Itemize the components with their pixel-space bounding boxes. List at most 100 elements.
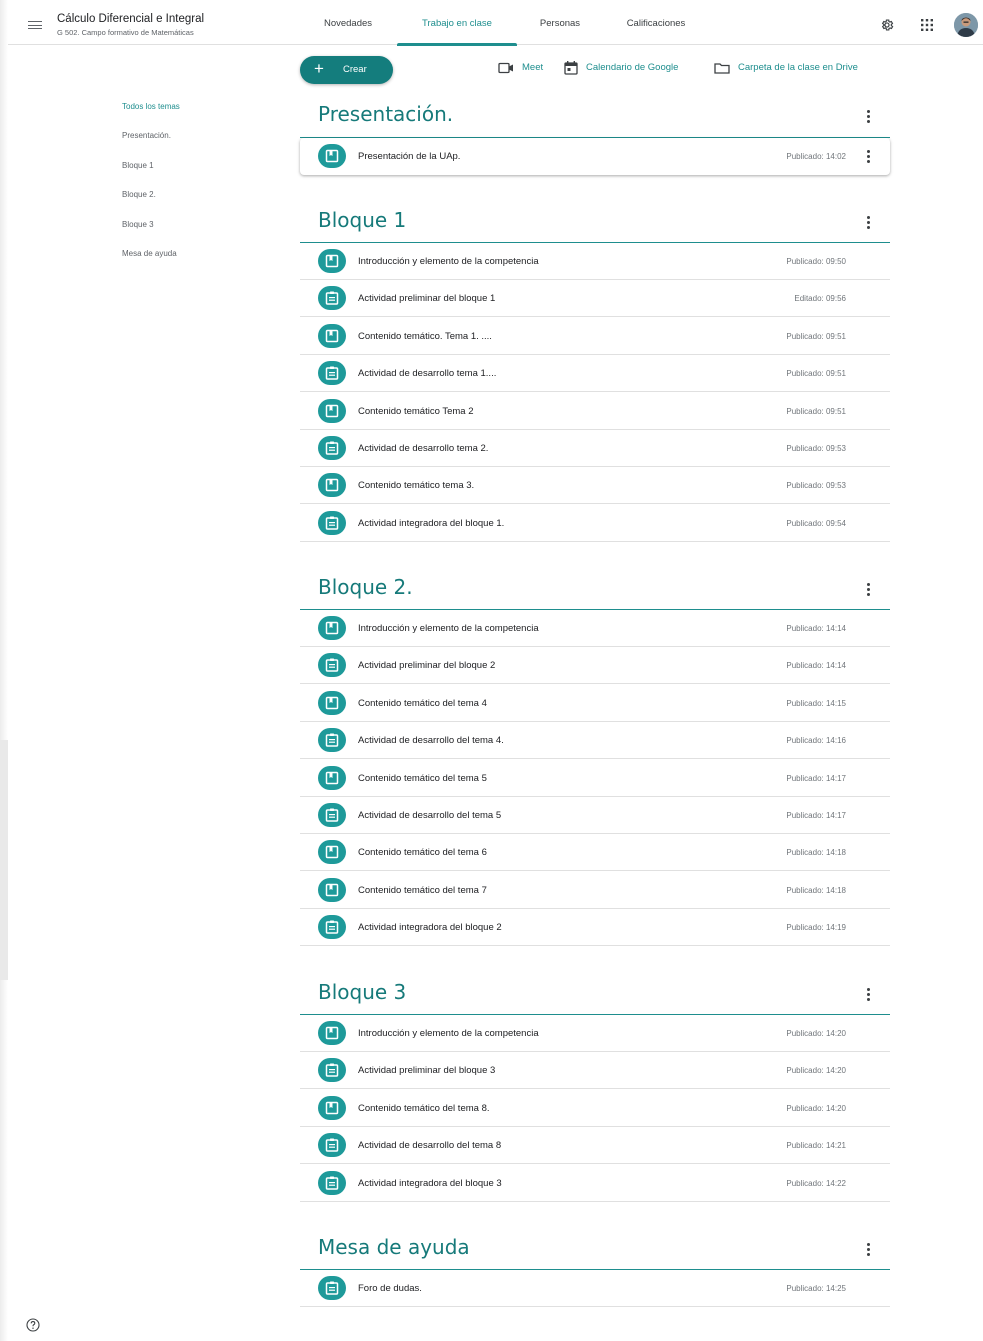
classwork-item[interactable]: Introducción y elemento de la competenci… [300,243,890,280]
assignment-icon [318,1133,346,1158]
classwork-item-title: Contenido temático del tema 7 [358,884,487,896]
classwork-item[interactable]: Actividad integradora del bloque 3 Public… [300,1165,890,1202]
classwork-item[interactable]: Foro de dudas. Publicado: 14:25 [300,1270,890,1307]
classwork-item[interactable]: Contenido temático del tema 8. Publicado:… [300,1090,890,1127]
avatar[interactable] [954,13,978,37]
classwork-item-status: Publicado: 09:51 [786,369,846,379]
material-icon [318,690,346,715]
classwork-item[interactable]: Contenido temático del tema 7 Publicado: … [300,872,890,909]
question-icon [318,1276,346,1300]
classwork-item[interactable]: Contenido temático del tema 6 Publicado: … [300,834,890,872]
classwork-item[interactable]: Actividad preliminar del bloque 3 Publica… [300,1052,890,1090]
classwork-item-title: Introducción y elemento de la competenci… [358,623,539,634]
classwork-item[interactable]: Contenido temático Tema 2 Publicado: 09:5… [300,393,890,430]
topic-nav-item-presentacion[interactable]: Presentación. [122,131,171,140]
material-icon [318,616,346,640]
classwork-item[interactable]: Contenido temático del tema 4 Publicado: … [300,685,890,722]
topic-more-options-icon[interactable] [865,988,871,1002]
classwork-item[interactable]: Presentación de la UAp. Publicado: 14:02 [300,138,890,175]
classwork-item-title: Contenido temático del tema 5 [358,772,487,784]
classwork-item-title: Introducción y elemento de la competenci… [358,256,539,267]
classwork-item-title: Contenido temático tema 3. [358,480,475,492]
page-edge-fade [0,740,8,980]
assignment-icon [318,1170,346,1195]
classwork-item[interactable]: Actividad de desarrollo del tema 8 Public… [300,1127,890,1165]
page-edge [0,0,8,1341]
material-icon [318,877,346,902]
class-title[interactable]: Cálculo Diferencial e Integral [57,13,204,25]
classwork-item-title: Actividad de desarrollo del tema 8 [358,1140,502,1152]
assignment-icon [318,361,346,386]
classwork-item-status: Publicado: 09:50 [786,257,846,266]
classwork-item-title: Contenido temático Tema 2 [358,405,474,417]
classwork-item-status: Publicado: 14:25 [786,1284,846,1293]
assignment-icon [318,436,346,460]
material-icon [318,144,346,168]
topic-title: Mesa de ayuda [318,1235,470,1259]
topic-nav-item-mesa-de-ayuda[interactable]: Mesa de ayuda [122,249,177,258]
classwork-item[interactable]: Actividad preliminar del bloque 2 Publica… [300,647,890,685]
tab-trabajo-en-clase[interactable]: Trabajo en clase [397,4,517,46]
classwork-item[interactable]: Actividad de desarrollo del tema 4. Publi… [300,722,890,760]
help-icon[interactable] [26,1318,40,1332]
classwork-item[interactable]: Actividad integradora del bloque 2 Public… [300,909,890,947]
material-icon [318,840,346,865]
classwork-item[interactable]: Contenido temático. Tema 1. .... Publicad… [300,318,890,355]
classwork-item[interactable]: Actividad de desarrollo del tema 5 Public… [300,797,890,834]
apps-icon[interactable] [921,19,933,31]
class-section: G 502. Campo formativo de Matemáticas [57,28,194,37]
assignment-icon [318,653,346,678]
gear-icon[interactable] [880,18,894,32]
classwork-item[interactable]: Contenido temático tema 3. Publicado: 09:… [300,467,890,505]
tab-calificaciones[interactable]: Calificaciones [611,4,701,45]
material-icon [318,398,346,423]
classwork-item-title: Actividad preliminar del bloque 2 [358,660,496,672]
classwork-item-title: Actividad de desarrollo del tema 5 [358,810,502,821]
menu-icon[interactable] [28,21,42,29]
topic-nav-item-bloque-3[interactable]: Bloque 3 [122,220,154,229]
assignment-icon [318,510,346,535]
classwork-item-title: Actividad integradora del bloque 2 [358,922,502,934]
material-icon [318,1021,346,1045]
classwork-item-status: Publicado: 14:21 [786,1141,846,1151]
classwork-item-status: Publicado: 14:15 [786,698,846,708]
top-app-bar: Cálculo Diferencial e Integral G 502. Ca… [8,4,983,46]
topic-more-options-icon[interactable] [865,110,871,124]
material-icon [318,473,346,498]
classwork-item[interactable]: Introducción y elemento de la competenci… [300,1015,890,1052]
topic-title: Bloque 3 [318,980,407,1004]
classwork-item[interactable]: Actividad preliminar del bloque 1 Editado… [300,280,890,318]
classwork-item[interactable]: Actividad de desarrollo tema 1.... Public… [300,355,890,393]
folder-icon [714,63,730,74]
topic-more-options-icon[interactable] [865,216,871,230]
classwork-item-title: Presentación de la UAp. [358,151,461,162]
topic-more-options-icon[interactable] [865,583,871,597]
classwork-item-status: Publicado: 09:54 [786,518,846,528]
material-icon [318,765,346,790]
classwork-item-status: Publicado: 14:20 [786,1103,846,1113]
assignment-icon [318,803,346,827]
google-calendar-link[interactable]: Calendario de Google [564,61,704,75]
tab-novedades[interactable]: Novedades [310,4,386,45]
item-more-options-icon[interactable] [865,150,871,164]
classwork-item-status: Publicado: 14:19 [786,923,846,933]
classwork-item[interactable]: Contenido temático del tema 5 Publicado: … [300,760,890,797]
classwork-item[interactable]: Actividad de desarrollo tema 2. Publicado… [300,430,890,467]
topic-more-options-icon[interactable] [865,1243,871,1257]
topic-title: Bloque 2. [318,575,413,599]
classwork-item-status: Publicado: 14:16 [786,736,846,746]
classwork-item-title: Actividad preliminar del bloque 3 [358,1065,496,1077]
classwork-item-title: Contenido temático del tema 6 [358,847,487,859]
classwork-item[interactable]: Actividad integradora del bloque 1. Publi… [300,505,890,542]
classwork-item-status: Publicado: 09:51 [786,331,846,341]
drive-folder-link[interactable]: Carpeta de la clase en Drive [714,61,886,75]
meet-link[interactable]: Meet [498,61,553,75]
create-button[interactable]: + Crear [300,56,393,84]
topic-nav-item-bloque-1[interactable]: Bloque 1 [122,161,154,170]
tab-personas[interactable]: Personas [527,4,593,45]
classwork-item[interactable]: Introducción y elemento de la competenci… [300,610,890,647]
classwork-item-title: Introducción y elemento de la competenci… [358,1028,539,1039]
topic-nav-item-all[interactable]: Todos los temas [122,102,180,111]
topic-nav-item-bloque-2[interactable]: Bloque 2. [122,190,156,199]
classwork-item-status: Publicado: 14:20 [786,1066,846,1076]
